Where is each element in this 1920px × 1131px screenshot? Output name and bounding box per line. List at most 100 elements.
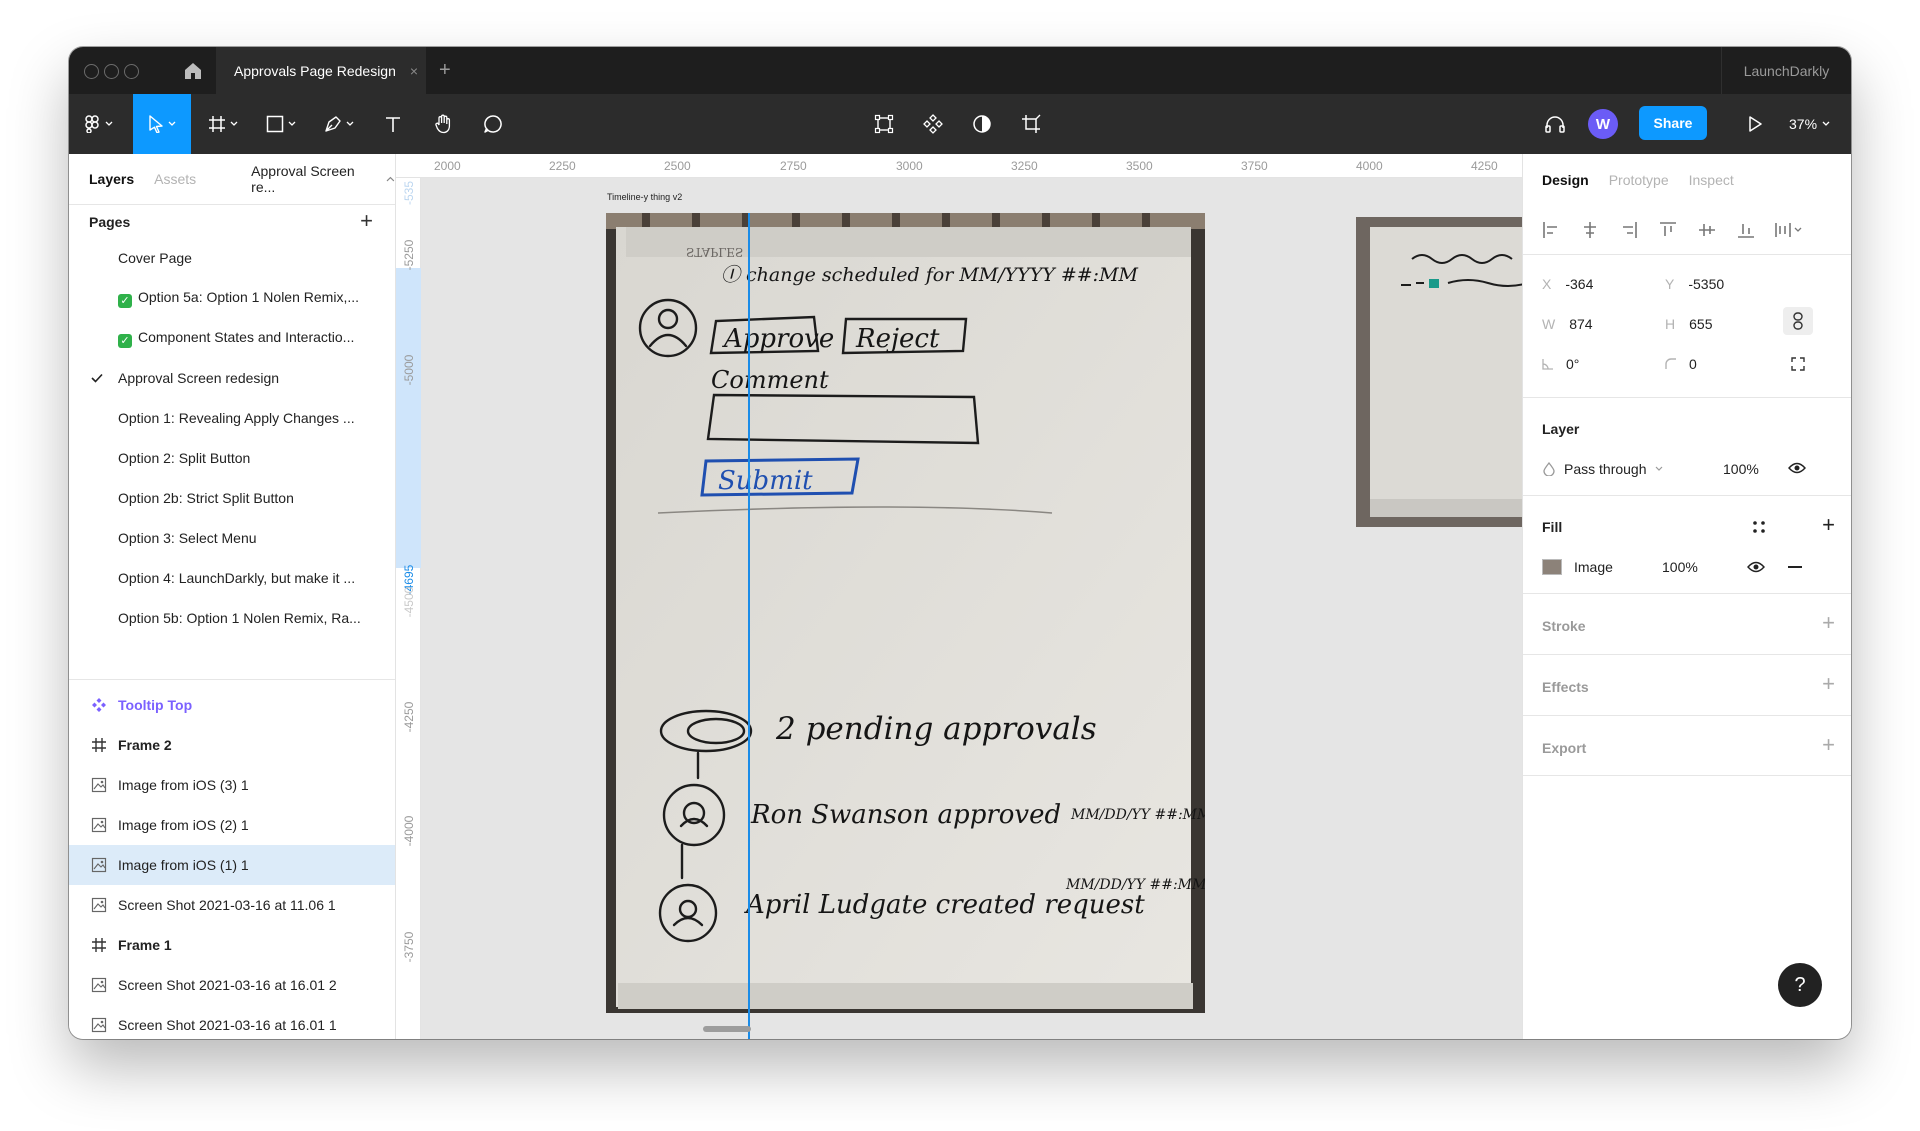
sketch-approve-text: Approve [722, 324, 834, 354]
fill-visibility-toggle[interactable] [1747, 560, 1765, 577]
layer-item[interactable]: Frame 2 [69, 725, 395, 765]
minimize-window-button[interactable] [104, 64, 119, 79]
image-icon [91, 857, 107, 873]
layer-item[interactable]: Screen Shot 2021-03-16 at 16.01 1 [69, 1005, 395, 1039]
components-button[interactable] [914, 94, 952, 154]
whiteboard-photo-thumbnail[interactable] [1356, 217, 1522, 527]
tab-inspect[interactable]: Inspect [1689, 172, 1734, 188]
width-field[interactable]: W 874 [1542, 316, 1593, 332]
frame-label[interactable]: Timeline-y thing v2 [607, 192, 682, 202]
align-vertical-center-icon[interactable] [1698, 221, 1716, 239]
layer-item[interactable]: Image from iOS (2) 1 [69, 805, 395, 845]
corner-radius-field[interactable]: 0 [1665, 356, 1697, 372]
ruler-tick-label: 4000 [1356, 159, 1383, 173]
tab-prototype[interactable]: Prototype [1609, 172, 1669, 188]
ruler-tick-label: 2500 [664, 159, 691, 173]
user-avatar[interactable]: W [1588, 109, 1618, 139]
add-page-button[interactable]: + [360, 208, 373, 234]
team-name[interactable]: LaunchDarkly [1721, 47, 1851, 94]
align-top-icon[interactable] [1659, 221, 1677, 239]
layer-visibility-toggle[interactable] [1788, 461, 1806, 478]
page-switcher[interactable]: Approval Screen re... [251, 163, 395, 195]
page-item[interactable]: ✓ Component States and Interactio... [69, 318, 395, 358]
page-item-label: Option 2b: Strict Split Button [118, 490, 368, 506]
home-icon[interactable] [182, 60, 204, 82]
hand-tool[interactable] [421, 94, 465, 154]
document-tab[interactable]: Approvals Page Redesign × [216, 47, 426, 94]
remove-fill-icon[interactable] [1788, 566, 1802, 568]
page-item[interactable]: Option 2: Split Button [69, 438, 395, 478]
create-component-button[interactable] [865, 94, 903, 154]
close-window-button[interactable] [84, 64, 99, 79]
layer-item-label: Image from iOS (1) 1 [118, 857, 249, 873]
fill-opacity-value[interactable]: 100% [1662, 559, 1698, 575]
add-stroke-button[interactable]: + [1822, 610, 1835, 636]
independent-corners-button[interactable] [1791, 357, 1805, 374]
layer-item[interactable]: Image from iOS (3) 1 [69, 765, 395, 805]
ruler-tick-label: -535 [402, 180, 416, 206]
design-canvas[interactable]: Timeline-y thing v2 STAPLES Ⓘ change sch… [421, 178, 1522, 1039]
page-item-text: Option 4: LaunchDarkly, but make it ... [118, 570, 356, 586]
blend-icon [1543, 462, 1555, 476]
layer-item[interactable]: Screen Shot 2021-03-16 at 11.06 1 [69, 885, 395, 925]
layer-item-label: Image from iOS (3) 1 [118, 777, 249, 793]
fill-type-row[interactable]: Image [1542, 559, 1613, 575]
constrain-proportions-toggle[interactable] [1783, 307, 1813, 335]
align-horizontal-center-icon[interactable] [1581, 221, 1599, 239]
page-item[interactable]: Option 3: Select Menu [69, 518, 395, 558]
tab-design[interactable]: Design [1542, 172, 1589, 188]
fill-styles-button[interactable] [1752, 520, 1766, 537]
layer-item[interactable]: Image from iOS (1) 1 [69, 845, 395, 885]
add-fill-button[interactable]: + [1822, 512, 1835, 538]
export-heading: Export [1542, 740, 1587, 756]
zoom-menu[interactable]: 37% [1789, 94, 1830, 154]
text-tool[interactable] [371, 94, 415, 154]
height-field[interactable]: H 655 [1665, 316, 1712, 332]
move-tool[interactable] [133, 94, 191, 154]
layer-item[interactable]: Screen Shot 2021-03-16 at 16.01 2 [69, 965, 395, 1005]
pen-tool[interactable] [313, 94, 365, 154]
page-item[interactable]: Approval Screen redesign [69, 358, 395, 398]
page-item[interactable]: Option 2b: Strict Split Button [69, 478, 395, 518]
add-export-button[interactable]: + [1822, 732, 1835, 758]
add-effect-button[interactable]: + [1822, 671, 1835, 697]
comment-tool[interactable] [471, 94, 515, 154]
ruler-tick-label: 3250 [1011, 159, 1038, 173]
page-item[interactable]: Option 4: LaunchDarkly, but make it ... [69, 558, 395, 598]
close-tab-icon[interactable]: × [410, 63, 418, 79]
help-button[interactable]: ? [1778, 963, 1822, 1007]
tab-layers[interactable]: Layers [89, 171, 134, 187]
crop-button[interactable] [1012, 94, 1050, 154]
layer-item[interactable]: Frame 1 [69, 925, 395, 965]
hand-icon [435, 114, 451, 134]
page-item[interactable]: Option 1: Revealing Apply Changes ... [69, 398, 395, 438]
align-left-icon[interactable] [1542, 221, 1560, 239]
blend-mode-select[interactable]: Pass through [1542, 461, 1663, 477]
main-menu-button[interactable] [69, 94, 127, 154]
whiteboard-photo[interactable]: STAPLES Ⓘ change scheduled for MM/YYYY #… [606, 213, 1205, 1013]
chevron-down-icon [346, 121, 354, 126]
frame-tool[interactable] [197, 94, 249, 154]
zoom-window-button[interactable] [124, 64, 139, 79]
horizontal-scrollbar[interactable] [703, 1026, 751, 1032]
layer-item[interactable]: Tooltip Top [69, 685, 395, 725]
page-item[interactable]: Option 5b: Option 1 Nolen Remix, Ra... [69, 598, 395, 638]
new-tab-button[interactable]: + [439, 59, 451, 82]
page-item[interactable]: Cover Page [69, 238, 395, 278]
present-button[interactable] [1737, 94, 1773, 154]
shape-tool[interactable] [255, 94, 307, 154]
chevron-down-icon [288, 121, 296, 126]
mask-button[interactable] [963, 94, 1001, 154]
page-item[interactable]: ✓ Option 5a: Option 1 Nolen Remix,... [69, 278, 395, 318]
x-field[interactable]: X -364 [1542, 276, 1593, 292]
layer-opacity-value[interactable]: 100% [1723, 461, 1759, 477]
share-button[interactable]: Share [1639, 106, 1707, 140]
layer-item-label: Tooltip Top [118, 697, 193, 713]
y-field[interactable]: Y -5350 [1665, 276, 1724, 292]
tab-assets[interactable]: Assets [154, 171, 196, 187]
align-right-icon[interactable] [1620, 221, 1638, 239]
distribute-icon[interactable] [1774, 221, 1804, 239]
audio-button[interactable] [1537, 94, 1573, 154]
rotation-field[interactable]: 0° [1542, 356, 1579, 372]
align-bottom-icon[interactable] [1737, 221, 1755, 239]
